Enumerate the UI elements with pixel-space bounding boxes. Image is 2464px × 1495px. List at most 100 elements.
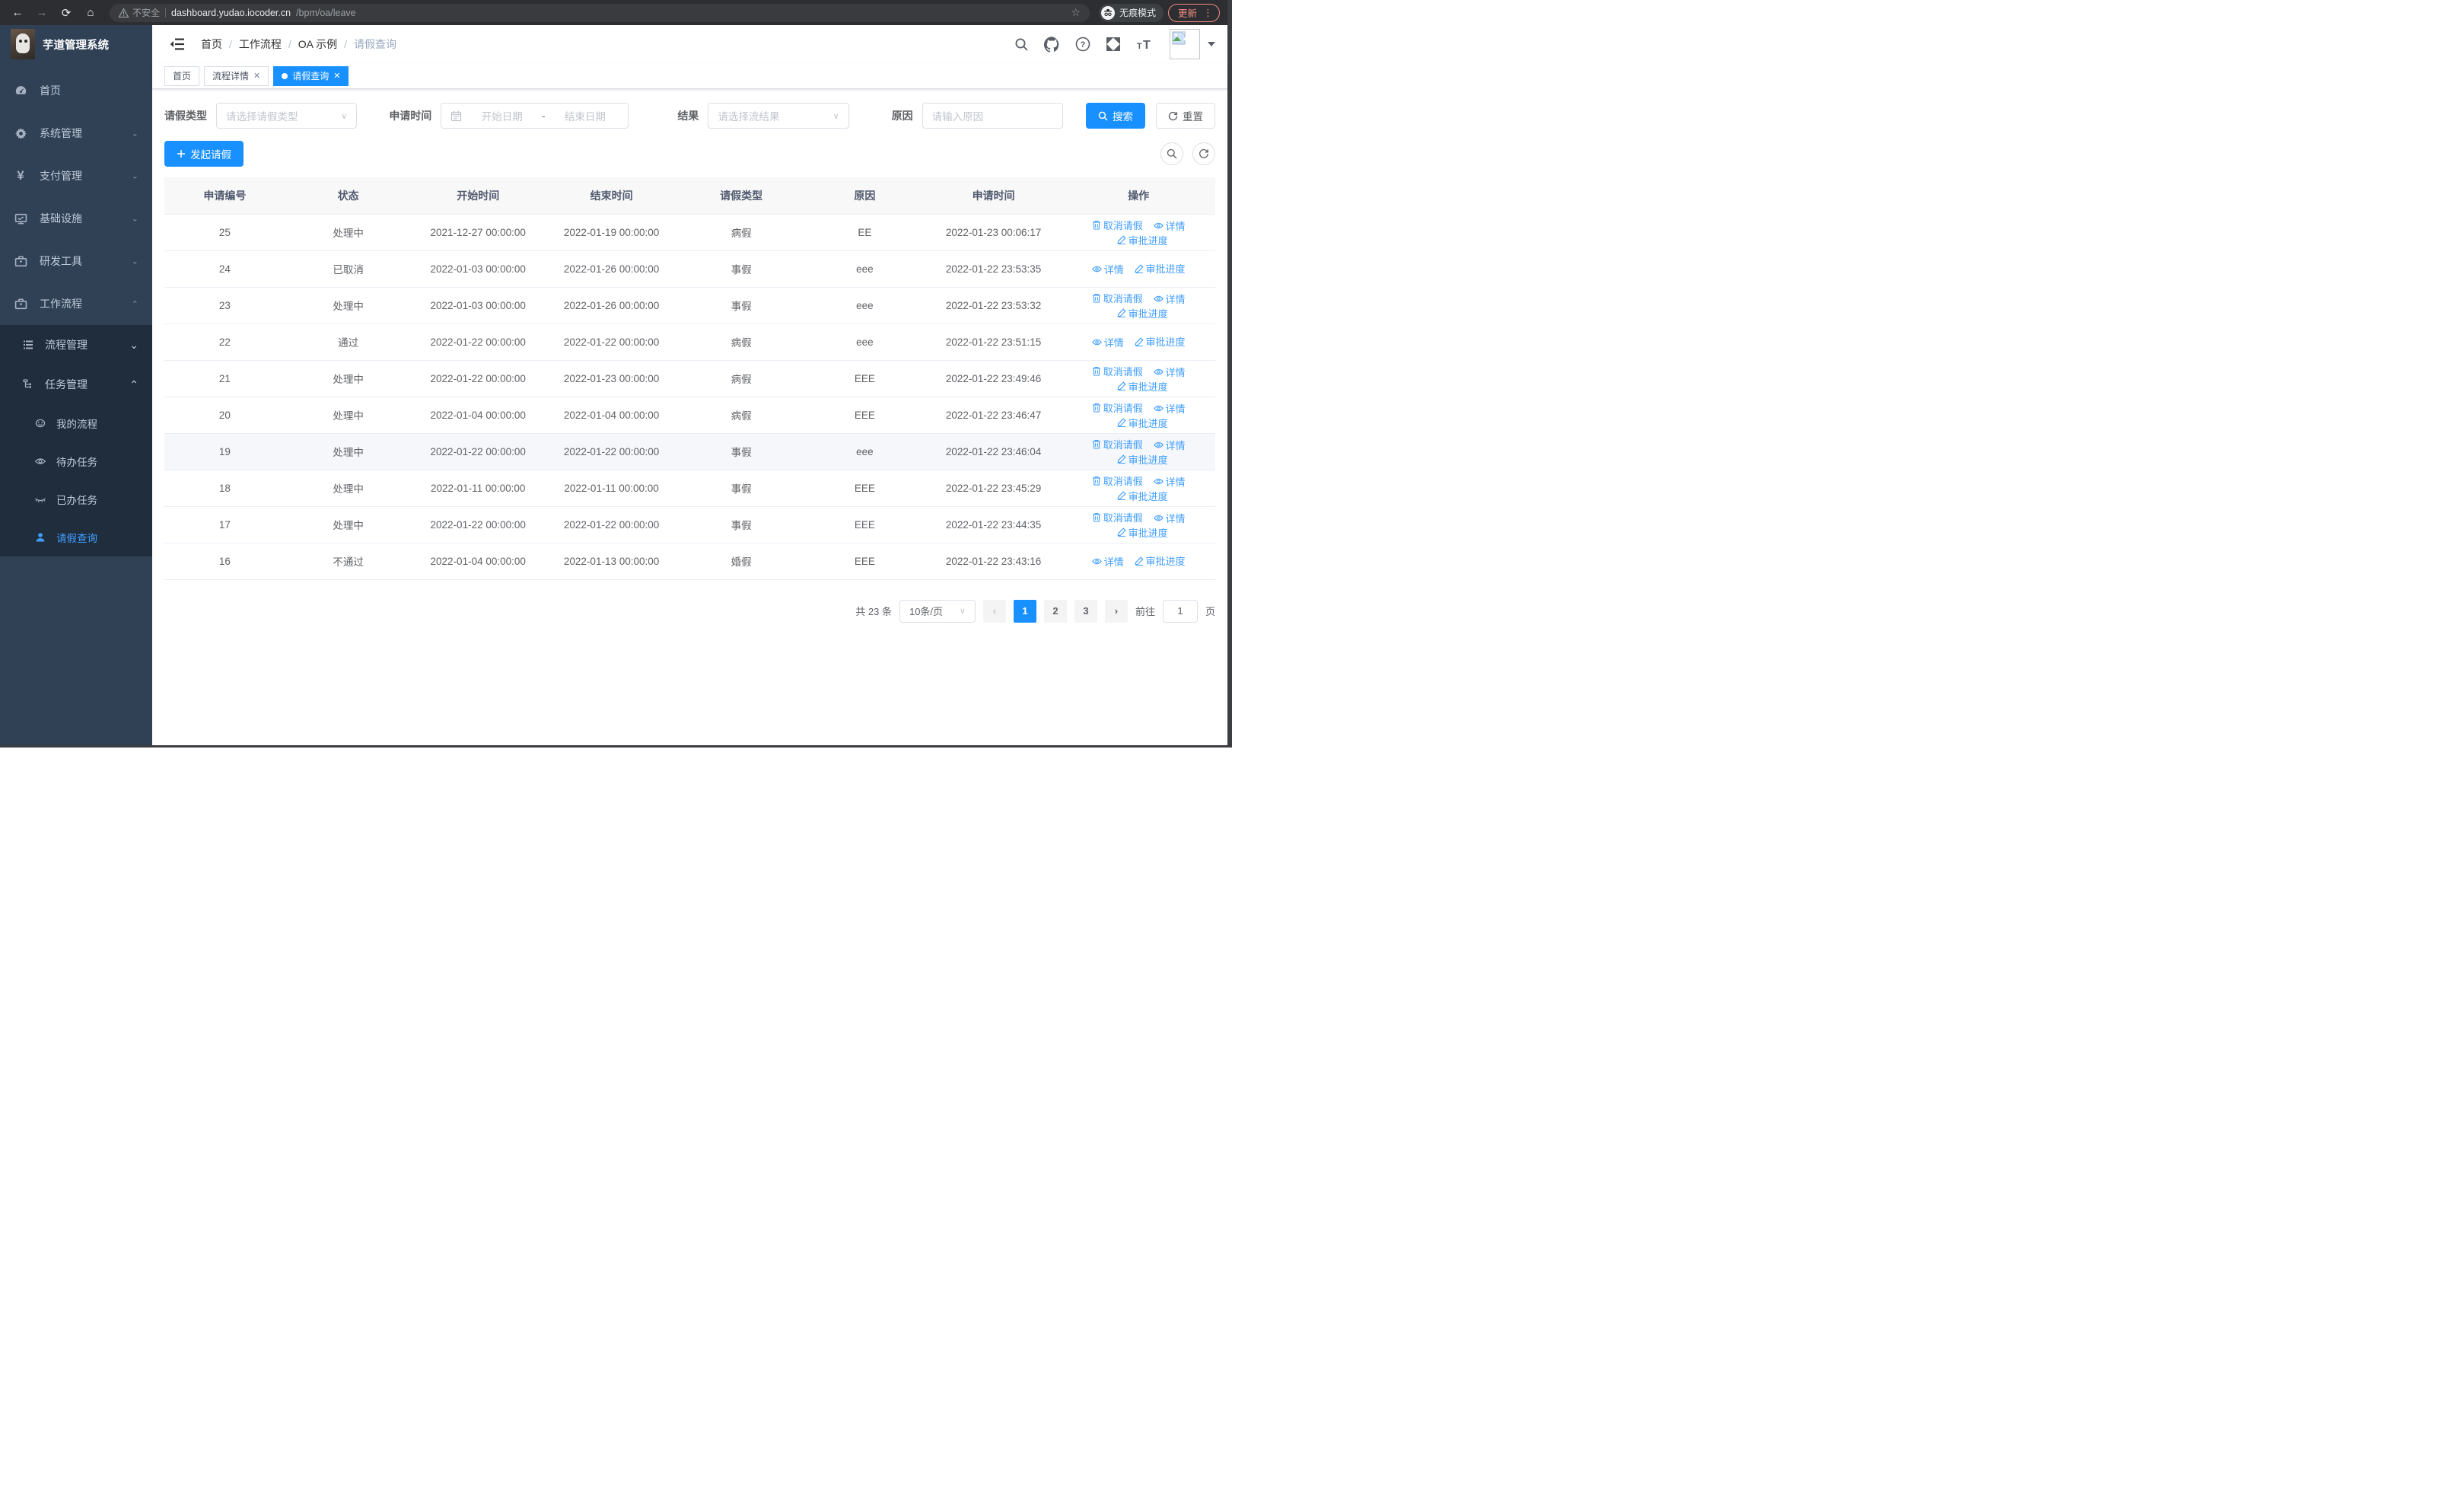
detail-link[interactable]: 详情 bbox=[1153, 474, 1186, 489]
trash-icon bbox=[1092, 366, 1100, 376]
approval-progress-link[interactable]: 审批进度 bbox=[1117, 233, 1168, 247]
create-leave-button[interactable]: 发起请假 bbox=[164, 141, 244, 167]
detail-link[interactable]: 详情 bbox=[1153, 292, 1186, 306]
sidebar-item-home[interactable]: 首页 bbox=[0, 69, 152, 112]
col-header-type: 请假类型 bbox=[678, 177, 804, 215]
apply-time-range-picker[interactable]: 开始日期 - 结束日期 bbox=[441, 103, 629, 129]
sidebar-item-todo-tasks[interactable]: 待办任务 bbox=[0, 442, 152, 480]
back-icon[interactable]: ← bbox=[8, 3, 27, 23]
chevron-down-icon: ⌄ bbox=[131, 215, 138, 223]
result-select[interactable]: 请选择流结果 ∨ bbox=[708, 103, 849, 129]
sidebar-item-my-process[interactable]: 我的流程 bbox=[0, 404, 152, 442]
url-bar[interactable]: 不安全 dashboard.yudao.iocoder.cn/bpm/oa/le… bbox=[110, 3, 1090, 22]
cancel-leave-link[interactable]: 取消请假 bbox=[1092, 510, 1143, 524]
cancel-leave-link[interactable]: 取消请假 bbox=[1092, 291, 1143, 305]
cancel-leave-link[interactable]: 取消请假 bbox=[1092, 218, 1143, 232]
page-number-2[interactable]: 2 bbox=[1043, 599, 1067, 623]
search-button[interactable]: 搜索 bbox=[1085, 103, 1145, 129]
leave-type-placeholder: 请选择请假类型 bbox=[226, 111, 298, 123]
prev-page-button[interactable]: ‹ bbox=[982, 599, 1006, 623]
search-icon[interactable] bbox=[1014, 37, 1029, 52]
approval-progress-link[interactable]: 审批进度 bbox=[1135, 261, 1186, 276]
tab-process-detail[interactable]: 流程详情 ✕ bbox=[204, 65, 269, 86]
cell-end-time: 2022-01-22 00:00:00 bbox=[544, 506, 679, 543]
approval-progress-link[interactable]: 审批进度 bbox=[1117, 489, 1168, 503]
close-icon[interactable]: ✕ bbox=[253, 71, 260, 81]
sidebar-collapse-icon[interactable] bbox=[164, 31, 190, 57]
svg-text:?: ? bbox=[1081, 40, 1086, 49]
approval-progress-link[interactable]: 审批进度 bbox=[1135, 334, 1186, 349]
sidebar-item-system[interactable]: 系统管理 ⌄ bbox=[0, 112, 152, 155]
detail-link[interactable]: 详情 bbox=[1091, 335, 1124, 349]
sidebar-item-process-mgmt[interactable]: 流程管理 ⌄ bbox=[0, 325, 152, 365]
chevron-up-icon: ⌃ bbox=[131, 300, 138, 308]
sidebar-item-task-mgmt[interactable]: 任务管理 ⌃ bbox=[0, 365, 152, 404]
cancel-leave-link[interactable]: 取消请假 bbox=[1092, 364, 1143, 378]
detail-link[interactable]: 详情 bbox=[1153, 401, 1186, 416]
cell-start-time: 2022-01-03 00:00:00 bbox=[411, 287, 545, 324]
tab-label: 请假查询 bbox=[292, 71, 329, 81]
cancel-leave-link[interactable]: 取消请假 bbox=[1092, 473, 1143, 488]
user-menu[interactable] bbox=[1170, 29, 1215, 59]
detail-link[interactable]: 详情 bbox=[1153, 438, 1186, 452]
show-search-toggle-button[interactable] bbox=[1160, 142, 1183, 165]
forward-icon[interactable]: → bbox=[32, 3, 52, 23]
refresh-table-button[interactable] bbox=[1192, 142, 1215, 165]
page-size-select[interactable]: 10条/页 ∨ bbox=[899, 599, 976, 623]
home-icon[interactable]: ⌂ bbox=[81, 3, 100, 23]
cell-end-time: 2022-01-22 00:00:00 bbox=[544, 324, 679, 361]
browser-menu-icon[interactable]: ⋮ bbox=[1203, 7, 1213, 19]
reset-button[interactable]: 重置 bbox=[1155, 103, 1215, 129]
app-logo[interactable]: 芋道管理系统 bbox=[0, 25, 152, 63]
plus-icon bbox=[177, 150, 185, 158]
reason-input[interactable]: 请输入原因 bbox=[922, 103, 1063, 129]
detail-link[interactable]: 详情 bbox=[1091, 262, 1124, 276]
approval-progress-link[interactable]: 审批进度 bbox=[1117, 416, 1168, 430]
sidebar-item-devtools[interactable]: 研发工具 ⌄ bbox=[0, 240, 152, 282]
sidebar-item-done-tasks[interactable]: 已办任务 bbox=[0, 480, 152, 518]
close-icon[interactable]: ✕ bbox=[333, 71, 340, 81]
tab-home[interactable]: 首页 bbox=[164, 65, 200, 86]
detail-link[interactable]: 详情 bbox=[1153, 218, 1186, 233]
reload-icon[interactable]: ⟳ bbox=[56, 3, 76, 23]
github-icon[interactable] bbox=[1044, 36, 1060, 53]
cell-apply-time: 2022-01-22 23:46:04 bbox=[925, 433, 1062, 470]
breadcrumb-item[interactable]: 工作流程 bbox=[239, 37, 282, 52]
approval-progress-link[interactable]: 审批进度 bbox=[1117, 525, 1168, 540]
cell-id: 21 bbox=[164, 360, 285, 397]
cell-apply-time: 2022-01-22 23:45:29 bbox=[925, 470, 1062, 507]
update-button[interactable]: 更新 ⋮ bbox=[1167, 3, 1220, 22]
cancel-leave-link[interactable]: 取消请假 bbox=[1092, 437, 1143, 451]
detail-link[interactable]: 详情 bbox=[1091, 554, 1124, 569]
font-size-icon[interactable]: TT bbox=[1136, 37, 1154, 51]
fullscreen-icon[interactable] bbox=[1106, 37, 1121, 52]
sidebar-item-workflow[interactable]: 工作流程 ⌃ bbox=[0, 282, 152, 325]
sidebar-item-payment[interactable]: ¥ 支付管理 ⌄ bbox=[0, 155, 152, 197]
detail-link[interactable]: 详情 bbox=[1153, 365, 1186, 379]
bookmark-star-icon[interactable]: ☆ bbox=[1071, 6, 1081, 19]
page-number-1[interactable]: 1 bbox=[1013, 599, 1036, 623]
sidebar-item-infra[interactable]: 基础设施 ⌄ bbox=[0, 197, 152, 240]
help-icon[interactable]: ? bbox=[1075, 37, 1090, 52]
page-number-3[interactable]: 3 bbox=[1074, 599, 1097, 623]
detail-link[interactable]: 详情 bbox=[1153, 511, 1186, 525]
sidebar-item-leave-query[interactable]: 请假查询 bbox=[0, 518, 152, 556]
cell-id: 19 bbox=[164, 433, 285, 470]
approval-progress-link[interactable]: 审批进度 bbox=[1117, 452, 1168, 467]
sidebar-item-label: 流程管理 bbox=[45, 339, 88, 351]
edit-pen-icon bbox=[1117, 528, 1126, 537]
cell-actions: 取消请假 详情 审批进度 bbox=[1062, 287, 1215, 324]
breadcrumb-item[interactable]: OA 示例 bbox=[298, 37, 337, 52]
approval-progress-link[interactable]: 审批进度 bbox=[1135, 553, 1186, 568]
breadcrumb-item[interactable]: 首页 bbox=[201, 37, 222, 52]
approval-progress-link[interactable]: 审批进度 bbox=[1117, 379, 1168, 394]
tab-leave-query[interactable]: 请假查询 ✕ bbox=[273, 65, 349, 86]
goto-page-input[interactable] bbox=[1162, 599, 1198, 623]
security-warning[interactable]: 不安全 bbox=[119, 6, 160, 19]
pagination: 共 23 条 10条/页 ∨ ‹ 1 2 3 › 前往 页 bbox=[164, 599, 1215, 623]
cancel-leave-link[interactable]: 取消请假 bbox=[1092, 400, 1143, 415]
svg-text:T: T bbox=[1143, 39, 1151, 51]
approval-progress-link[interactable]: 审批进度 bbox=[1117, 306, 1168, 320]
leave-type-select[interactable]: 请选择请假类型 ∨ bbox=[216, 103, 358, 129]
next-page-button[interactable]: › bbox=[1104, 599, 1128, 623]
